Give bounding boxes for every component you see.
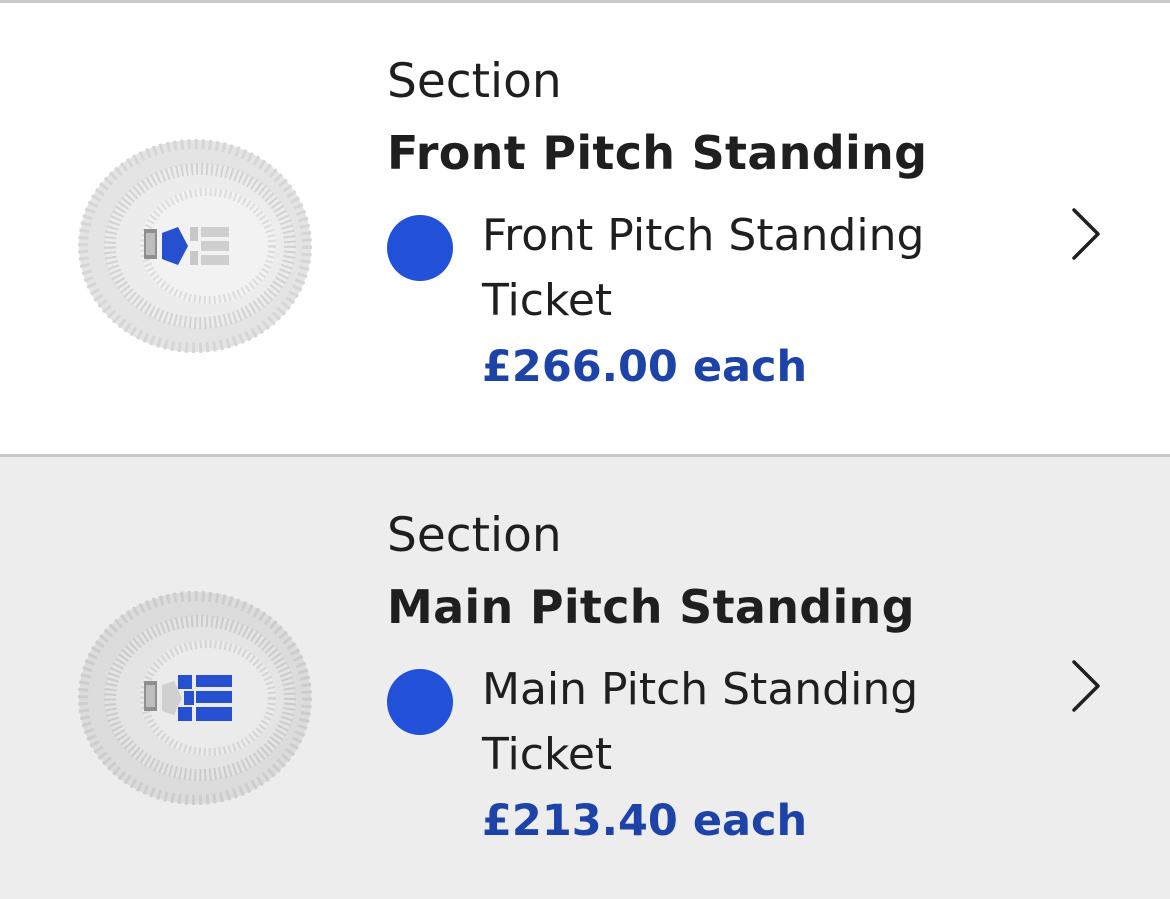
chevron-right-icon[interactable] xyxy=(1068,206,1104,262)
section-name: Front Pitch Standing xyxy=(387,126,928,180)
ticket-option: Front Pitch Standing Ticket £266.00 each xyxy=(387,203,927,403)
section-row-front-pitch-standing[interactable]: Section Front Pitch Standing Front Pitch… xyxy=(0,3,1170,454)
section-label: Section xyxy=(387,54,562,109)
section-text: Section Front Pitch Standing Front Pitch… xyxy=(387,51,927,403)
ticket-color-dot xyxy=(387,669,453,735)
ticket-color-dot xyxy=(387,215,453,281)
stadium-map-icon xyxy=(78,139,312,353)
section-label: Section xyxy=(387,508,562,563)
ticket-price: £213.40 each xyxy=(482,796,808,846)
section-row-main-pitch-standing[interactable]: Section Main Pitch Standing Main Pitch S… xyxy=(0,454,1170,899)
section-name: Main Pitch Standing xyxy=(387,580,915,634)
ticket-name: Front Pitch Standing Ticket xyxy=(482,210,925,326)
section-text: Section Main Pitch Standing Main Pitch S… xyxy=(387,505,918,857)
chevron-right-icon[interactable] xyxy=(1068,658,1104,714)
ticket-option: Main Pitch Standing Ticket £213.40 each xyxy=(387,657,918,857)
ticket-price: £266.00 each xyxy=(482,342,808,392)
stadium-map-icon xyxy=(78,591,312,805)
section-list: Section Front Pitch Standing Front Pitch… xyxy=(0,0,1170,899)
ticket-name: Main Pitch Standing Ticket xyxy=(482,664,919,780)
